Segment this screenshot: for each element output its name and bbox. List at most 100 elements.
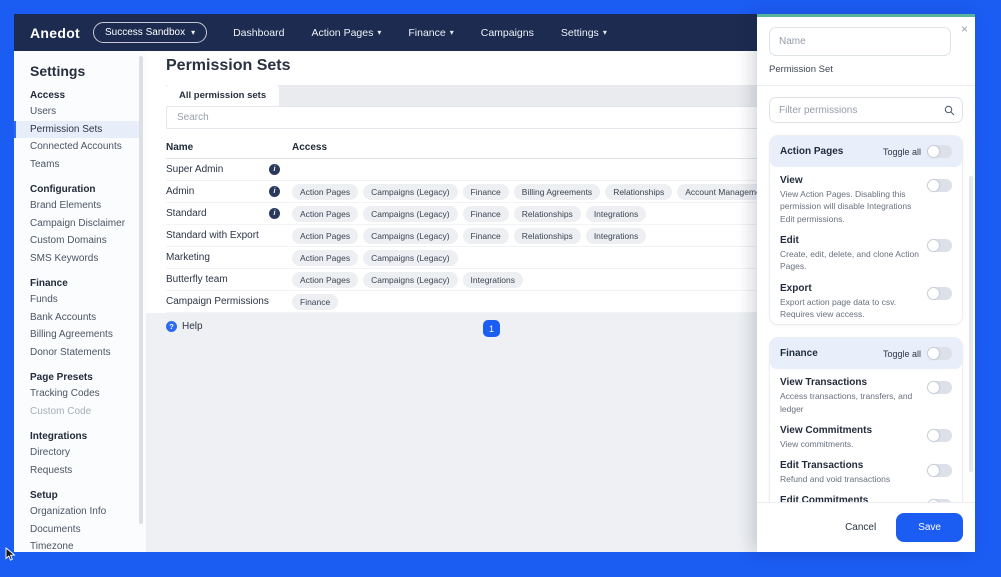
permission-toggle[interactable] (927, 179, 952, 192)
account-switcher-label: Success Sandbox (105, 27, 185, 38)
tab-all-permission-sets[interactable]: All permission sets (166, 85, 279, 106)
sidebar-item[interactable]: Directory (30, 444, 136, 462)
panel-scrollbar[interactable] (969, 176, 973, 472)
divider (757, 85, 975, 86)
permission-title: View Transactions (780, 377, 919, 388)
sidebar-item[interactable]: Teams (30, 156, 136, 174)
permission-toggle[interactable] (927, 429, 952, 442)
permission-text: View Transactions Access transactions, t… (780, 377, 919, 415)
access-badge: Integrations (586, 206, 646, 222)
account-switcher[interactable]: Success Sandbox (93, 22, 207, 43)
name-input[interactable] (769, 27, 951, 56)
sidebar-item[interactable]: Organization Info (30, 503, 136, 521)
toggle-knob (928, 382, 939, 393)
nav-item[interactable]: Campaigns (481, 27, 534, 39)
column-header-name: Name (166, 142, 280, 153)
sidebar-item[interactable]: Custom Domains (30, 232, 136, 250)
toggle-all-group: Toggle all (883, 347, 952, 360)
cancel-button[interactable]: Cancel (845, 522, 876, 533)
sidebar-item[interactable]: Billing Agreements (30, 326, 136, 344)
name-cell: Standard with Export (166, 230, 280, 241)
sidebar-item[interactable]: Requests (30, 462, 136, 480)
toggle-all-label: Toggle all (883, 147, 921, 157)
sidebar-item[interactable]: Permission Sets (14, 121, 142, 139)
nav-item[interactable]: Dashboard (233, 27, 284, 39)
permission-toggle[interactable] (927, 239, 952, 252)
permission-description: Create, edit, delete, and clone Action P… (780, 248, 919, 273)
access-badge: Action Pages (292, 228, 358, 244)
permission-item: Edit Transactions Refund and void transa… (770, 454, 962, 489)
sidebar-item[interactable]: SMS Keywords (30, 250, 136, 268)
sidebar-item[interactable]: Custom Code (30, 403, 136, 421)
nav-item[interactable]: Finance (408, 27, 453, 39)
permission-text: Export Export action page data to csv. R… (780, 283, 919, 321)
settings-sidebar: Settings Access UsersPermission SetsConn… (14, 51, 146, 552)
info-icon[interactable] (269, 186, 280, 197)
pagination-page-1[interactable]: 1 (483, 320, 500, 337)
access-badge: Relationships (605, 184, 672, 200)
app-window: Anedot Success Sandbox Dashboard Action … (0, 0, 1001, 577)
sidebar-item[interactable]: Donor Statements (30, 344, 136, 362)
access-badge: Relationships (514, 206, 581, 222)
toggle-all-switch[interactable] (927, 145, 952, 158)
permission-text: Edit Transactions Refund and void transa… (780, 460, 890, 485)
drawer-footer: Cancel Save (757, 502, 975, 552)
close-icon[interactable] (961, 23, 968, 35)
name-cell: Standard (166, 208, 280, 219)
permission-text: View View Action Pages. Disabling this p… (780, 175, 919, 225)
chevron-down-icon (603, 29, 607, 37)
access-badge: Action Pages (292, 184, 358, 200)
access-badge: Finance (463, 206, 509, 222)
permission-item: View View Action Pages. Disabling this p… (770, 169, 962, 229)
access-badge: Campaigns (Legacy) (363, 228, 457, 244)
permission-section: Finance Toggle all View Transactions Acc… (769, 337, 963, 502)
permissions-list: Action Pages Toggle all View View Action… (757, 123, 975, 502)
sidebar-item[interactable]: Users (30, 103, 136, 121)
filter-permissions-input[interactable] (769, 97, 963, 123)
name-cell: Super Admin (166, 164, 280, 175)
permission-description: View Action Pages. Disabling this permis… (780, 188, 919, 225)
chevron-down-icon (450, 29, 454, 37)
permission-toggle[interactable] (927, 287, 952, 300)
permission-toggle[interactable] (927, 464, 952, 477)
search-icon (944, 105, 955, 116)
permission-item: View Transactions Access transactions, t… (770, 371, 962, 419)
help-label: Help (182, 321, 203, 332)
nav-item-label: Dashboard (233, 27, 284, 39)
permission-toggle[interactable] (927, 499, 952, 502)
sidebar-item[interactable]: Documents (30, 521, 136, 539)
sidebar-item[interactable]: Timezone (30, 538, 136, 552)
sidebar-item[interactable]: Funds (30, 291, 136, 309)
anedot-logo[interactable]: Anedot (30, 25, 80, 41)
permission-toggle[interactable] (927, 381, 952, 394)
sidebar-section-items: DirectoryRequests (30, 444, 136, 479)
permission-set-name: Campaign Permissions (166, 296, 269, 307)
permission-section-header: Action Pages Toggle all (770, 136, 962, 167)
permission-items: View Transactions Access transactions, t… (770, 369, 962, 502)
save-button[interactable]: Save (896, 513, 963, 542)
nav-item[interactable]: Settings (561, 27, 607, 39)
sidebar-item[interactable]: Brand Elements (30, 197, 136, 215)
permission-title: Edit Transactions (780, 460, 890, 471)
sidebar-section-items: UsersPermission SetsConnected AccountsTe… (30, 103, 136, 173)
sidebar-title: Settings (30, 63, 136, 79)
sidebar-item[interactable]: Connected Accounts (30, 138, 136, 156)
info-icon[interactable] (269, 164, 280, 175)
section-title: Action Pages (780, 146, 843, 157)
permission-item: Edit Commitments Edit commitments. (770, 489, 962, 502)
toggle-all-label: Toggle all (883, 349, 921, 359)
help-link[interactable]: Help (166, 321, 203, 332)
sidebar-scrollbar[interactable] (139, 56, 143, 524)
sidebar-section-header: Integrations (30, 431, 136, 442)
toggle-knob (928, 500, 939, 502)
sidebar-item[interactable]: Tracking Codes (30, 385, 136, 403)
help-icon (166, 321, 177, 332)
info-icon[interactable] (269, 208, 280, 219)
sidebar-section-header: Page Presets (30, 372, 136, 383)
sidebar-item[interactable]: Bank Accounts (30, 309, 136, 327)
nav-item[interactable]: Action Pages (311, 27, 381, 39)
access-badge: Finance (463, 228, 509, 244)
toggle-all-switch[interactable] (927, 347, 952, 360)
sidebar-item[interactable]: Campaign Disclaimer (30, 215, 136, 233)
access-badge: Campaigns (Legacy) (363, 272, 457, 288)
